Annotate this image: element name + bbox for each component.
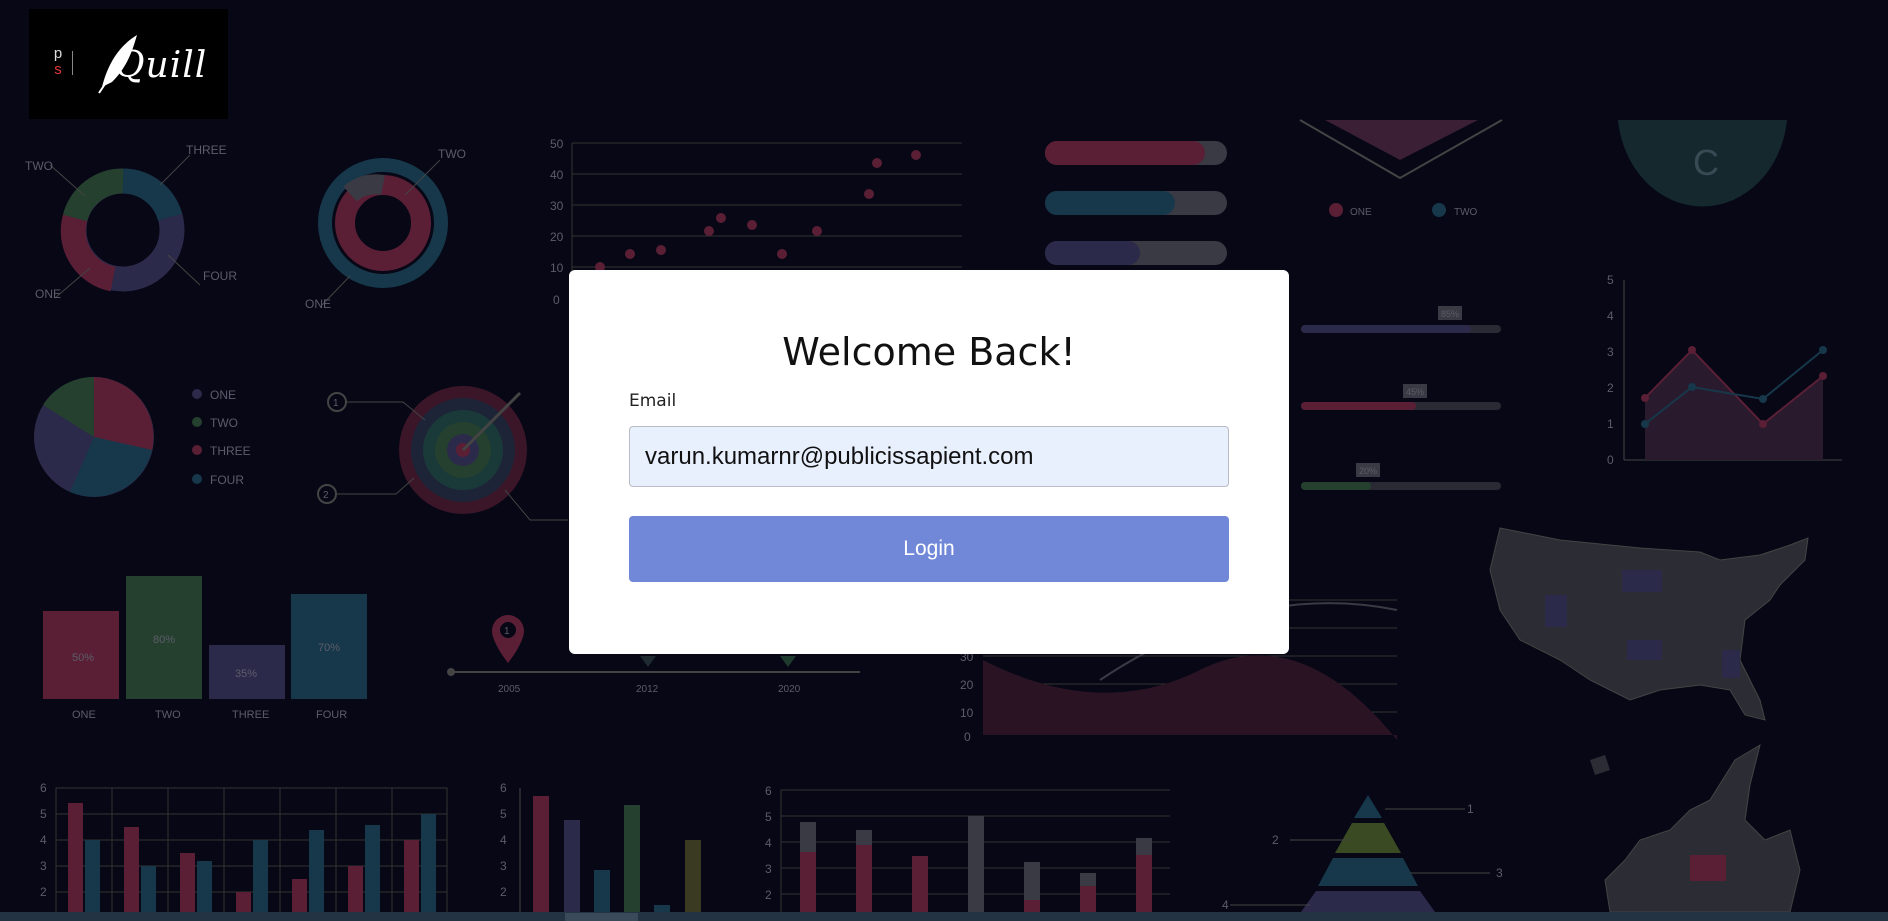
tick-label: 3 (765, 862, 772, 876)
bar-value: 50% (72, 652, 94, 664)
gauge-letter: C (1693, 142, 1719, 183)
tick-label: 4 (765, 836, 772, 850)
timeline-pin-number: 1 (504, 626, 510, 637)
timeline-year: 2005 (498, 684, 521, 695)
tick-label: 3 (40, 859, 47, 873)
donut-chart-1: TWO THREE ONE FOUR (25, 143, 237, 301)
bar-label: ONE (72, 709, 96, 721)
tick-label: 0 (1607, 453, 1614, 467)
tick-label: 10 (550, 261, 564, 275)
timeline-year: 2012 (636, 684, 659, 695)
slider-badge: 45% (1406, 387, 1424, 397)
progress-pills (1045, 141, 1227, 265)
target-marker: 2 (323, 490, 329, 501)
tick-label: 50 (550, 137, 564, 151)
tick-label: 5 (40, 807, 47, 821)
tick-label: 5 (1607, 273, 1614, 287)
tick-label: 3 (500, 859, 507, 873)
usa-map (1489, 527, 1809, 721)
bottom-bar-chart-3: 6 5 4 3 2 (765, 784, 1170, 918)
timeline-year: 2020 (778, 684, 801, 695)
tick-label: 2 (765, 888, 772, 902)
tick-label: 2 (40, 885, 47, 899)
pie-legend: TWO (210, 416, 238, 430)
pyramid-label: 2 (1272, 833, 1279, 847)
email-label: Email (629, 391, 677, 411)
line-chart: 5 4 3 2 1 0 (1607, 273, 1842, 467)
tick-label: 6 (765, 784, 772, 798)
logo-divider (72, 51, 73, 75)
scrollbar-thumb[interactable] (565, 913, 638, 921)
target-chart: 1 2 (317, 386, 568, 521)
pie-legend: ONE (210, 388, 236, 402)
donut1-label: ONE (35, 287, 61, 301)
donut2-label: ONE (305, 297, 331, 311)
bar-value: 70% (318, 642, 340, 654)
pyramid-label: 1 (1467, 802, 1474, 816)
tick-label: 0 (964, 730, 971, 744)
tick-label: 20 (550, 230, 564, 244)
pie-chart: ONE TWO THREE FOUR (34, 376, 251, 497)
bottom-bar-chart-1: 6 5 4 3 2 (40, 781, 448, 919)
donut-chart-2: TWO ONE (305, 147, 466, 311)
semicircle-gauge: C (1618, 120, 1787, 207)
tick-label: 1 (1607, 417, 1614, 431)
tick-label: 0 (553, 293, 560, 307)
tick-label: 6 (500, 781, 507, 795)
donut1-label: FOUR (203, 269, 237, 283)
horizontal-scrollbar[interactable] (0, 912, 1888, 921)
tick-label: 5 (500, 807, 507, 821)
bar-value: 35% (235, 668, 257, 680)
logo: p s Quill (29, 9, 228, 119)
login-modal: Welcome Back! Email Login (569, 270, 1289, 654)
tick-label: 4 (40, 833, 47, 847)
legend-label: ONE (1350, 207, 1372, 218)
tick-label: 10 (960, 706, 974, 720)
tick-label: 2 (500, 885, 507, 899)
tick-label: 5 (765, 810, 772, 824)
donut1-label: THREE (186, 143, 227, 157)
donut1-label: TWO (25, 159, 53, 173)
legend-label: TWO (1454, 207, 1478, 218)
slider-group: 85% 45% 20% (1301, 306, 1501, 490)
pyramid-label: 4 (1222, 898, 1229, 912)
tick-label: 2 (1607, 381, 1614, 395)
logo-mark-bottom: s (54, 61, 62, 78)
europe-map (1590, 743, 1801, 913)
tick-label: 40 (550, 168, 564, 182)
triangle-chart: ONE TWO (1299, 119, 1503, 218)
logo-wordmark: Quill (115, 45, 208, 86)
target-marker: 1 (333, 398, 339, 409)
slider-badge: 85% (1441, 309, 1459, 319)
pyramid-chart: 1 2 3 4 (1222, 795, 1503, 912)
slider-badge: 20% (1359, 466, 1377, 476)
pie-legend: THREE (210, 444, 251, 458)
pie-legend: FOUR (210, 473, 244, 487)
bar-label: TWO (155, 709, 181, 721)
bar-value: 80% (153, 634, 175, 646)
logo-mark: p s (51, 46, 65, 78)
tick-label: 6 (40, 781, 47, 795)
tick-label: 20 (960, 678, 974, 692)
bar-label: FOUR (316, 709, 347, 721)
donut2-label: TWO (438, 147, 466, 161)
email-field[interactable] (629, 426, 1229, 487)
tick-label: 3 (1607, 345, 1614, 359)
percent-bars: 50% 80% 35% 70% ONE TWO THREE FOUR (43, 576, 367, 721)
modal-title: Welcome Back! (782, 330, 1076, 374)
logo-mark-top: p (53, 45, 63, 62)
pyramid-label: 3 (1496, 866, 1503, 880)
login-button[interactable]: Login (629, 516, 1229, 582)
tick-label: 4 (500, 833, 507, 847)
tick-label: 4 (1607, 309, 1614, 323)
bottom-bar-chart-2: 6 5 4 3 2 (500, 781, 701, 918)
bar-label: THREE (232, 709, 269, 721)
tick-label: 30 (550, 199, 564, 213)
